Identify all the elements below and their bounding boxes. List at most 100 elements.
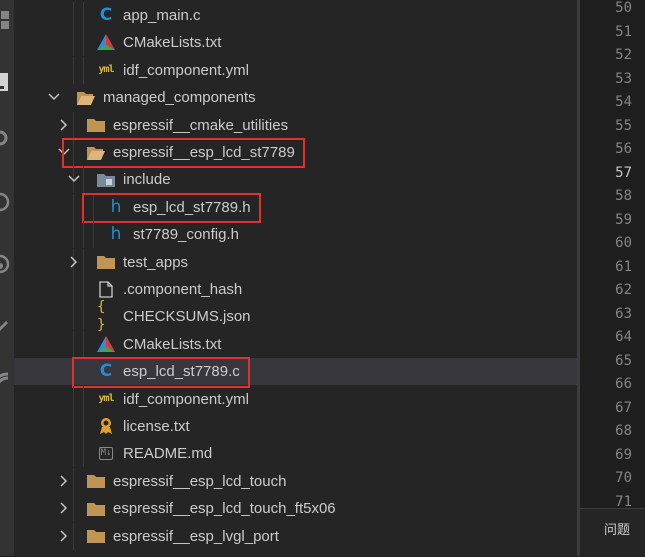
indent-guide xyxy=(93,193,94,221)
tree-folder-item[interactable]: espressif__esp_lcd_st7789 xyxy=(14,139,577,166)
tree-file-item[interactable]: h esp_lcd_st7789.h xyxy=(14,193,577,221)
indent-guide xyxy=(73,221,74,249)
folder-icon xyxy=(87,527,105,545)
line-number: 71 xyxy=(615,493,632,509)
indent-guide xyxy=(83,303,84,331)
tree-folder-item[interactable]: managed_components xyxy=(14,84,577,111)
tree-folder-item[interactable]: espressif__cmake_utilities xyxy=(14,111,577,139)
indent-guide xyxy=(73,467,74,495)
debug-icon[interactable] xyxy=(0,190,12,214)
explorer-icon[interactable] xyxy=(0,70,12,94)
yaml-icon: yml xyxy=(98,393,114,405)
line-number: 60 xyxy=(615,235,632,251)
indent-guide xyxy=(83,29,84,57)
tree-file-item[interactable]: { } CHECKSUMS.json xyxy=(14,299,577,334)
tree-item-label: espressif__esp_lcd_st7789 xyxy=(113,144,295,161)
chevron-right-icon[interactable] xyxy=(57,501,71,515)
tree-item-label: CHECKSUMS.json xyxy=(123,308,251,326)
tree-item-label: license.txt xyxy=(123,418,190,435)
indent-guide xyxy=(83,166,84,194)
chevron-down-icon[interactable] xyxy=(57,145,71,159)
tree-item-label: espressif__esp_lvgl_port xyxy=(113,527,279,545)
indent-guide xyxy=(73,358,74,386)
folder-include-icon xyxy=(97,170,115,188)
line-number: 54 xyxy=(615,94,632,110)
tree-file-item[interactable]: yml idf_component.yml xyxy=(14,56,577,84)
chevron-right-icon[interactable] xyxy=(67,255,81,269)
indent-guide xyxy=(73,56,74,84)
panel-tabs: 问题 xyxy=(580,508,645,557)
chevron-right-icon[interactable] xyxy=(57,529,71,543)
tree-item-label: app_main.c xyxy=(123,7,201,24)
chevron-down-icon[interactable] xyxy=(47,90,61,104)
line-number: 59 xyxy=(615,211,632,228)
c-file-icon: C xyxy=(99,361,113,382)
signal-icon[interactable] xyxy=(0,370,12,394)
tree-folder-item[interactable]: espressif__esp_lcd_touch_ft5x06 xyxy=(14,495,577,523)
indent-guide xyxy=(73,413,74,440)
tree-file-item[interactable]: Capp_main.c xyxy=(14,2,577,29)
chevron-down-icon[interactable] xyxy=(67,172,81,186)
indent-guide xyxy=(83,440,84,468)
tree-item-label: .component_hash xyxy=(123,281,243,298)
chevron-right-icon[interactable] xyxy=(57,118,71,132)
settings-icon[interactable] xyxy=(0,126,12,150)
indent-guide xyxy=(83,2,84,29)
h-file-icon: h xyxy=(110,224,122,245)
indent-guide xyxy=(73,303,74,331)
tree-item-label: esp_lcd_st7789.c xyxy=(123,363,240,381)
tree-item-label: README.md xyxy=(123,445,213,463)
indent-guide xyxy=(83,221,84,249)
indent-guide xyxy=(83,276,84,303)
indent-guide xyxy=(73,193,74,221)
folder-icon xyxy=(87,472,105,490)
line-number: 67 xyxy=(615,399,632,416)
line-number: 66 xyxy=(615,376,632,392)
line-number: 70 xyxy=(615,470,632,486)
tree-file-item[interactable]: h st7789_config.h xyxy=(14,221,577,249)
chevron-right-icon[interactable] xyxy=(57,474,71,488)
markdown-icon: M↓ xyxy=(98,446,114,460)
extensions-icon[interactable] xyxy=(0,8,12,32)
indent-guide xyxy=(73,111,74,139)
tree-file-item[interactable]: license.txt xyxy=(14,413,577,440)
folder-open-icon xyxy=(77,88,95,106)
file-explorer: Capp_main.c CMakeLists.txt yml idf_componen… xyxy=(14,0,577,556)
remote-icon[interactable] xyxy=(0,252,12,276)
tree-folder-item[interactable]: espressif__esp_lvgl_port xyxy=(14,522,577,550)
tool-icon[interactable] xyxy=(0,315,12,339)
activity-bar xyxy=(0,0,14,556)
cmake-icon xyxy=(97,335,115,353)
tree-file-item[interactable]: yml idf_component.yml xyxy=(14,385,577,413)
tree-folder-item[interactable]: include xyxy=(14,166,577,194)
line-number: 57 xyxy=(615,164,632,181)
indent-guide xyxy=(73,29,74,57)
indent-guide xyxy=(83,56,84,84)
indent-guide xyxy=(73,522,74,550)
line-number: 53 xyxy=(615,70,632,87)
cmake-icon xyxy=(97,33,115,51)
tree-item-label: idf_component.yml xyxy=(123,390,249,408)
tree-item-label: esp_lcd_st7789.h xyxy=(133,198,251,216)
tree-file-item[interactable]: M↓ README.md xyxy=(14,440,577,468)
indent-guide xyxy=(83,413,84,440)
tree-folder-item[interactable]: test_apps xyxy=(14,248,577,276)
folder-open-icon xyxy=(87,143,105,161)
indent-guide xyxy=(73,440,74,468)
line-number: 50 xyxy=(615,0,632,16)
yaml-icon: yml xyxy=(98,64,114,76)
indent-guide xyxy=(83,193,84,221)
line-number: 65 xyxy=(615,352,632,369)
tree-file-item[interactable]: CMakeLists.txt xyxy=(14,29,577,57)
tree-item-label: test_apps xyxy=(123,253,189,271)
tree-folder-item[interactable]: espressif__esp_lcd_touch xyxy=(14,467,577,495)
tree-file-item[interactable]: CMakeLists.txt xyxy=(14,330,577,358)
tree-file-item[interactable]: Cesp_lcd_st7789.c xyxy=(14,358,577,386)
line-number: 69 xyxy=(615,446,632,463)
tab-problems[interactable]: 问题 xyxy=(604,519,630,538)
c-file-icon: C xyxy=(99,5,113,25)
indent-guide xyxy=(73,330,74,358)
line-number: 62 xyxy=(615,282,632,298)
line-number: 63 xyxy=(615,305,632,322)
json-icon: { } xyxy=(97,299,106,334)
